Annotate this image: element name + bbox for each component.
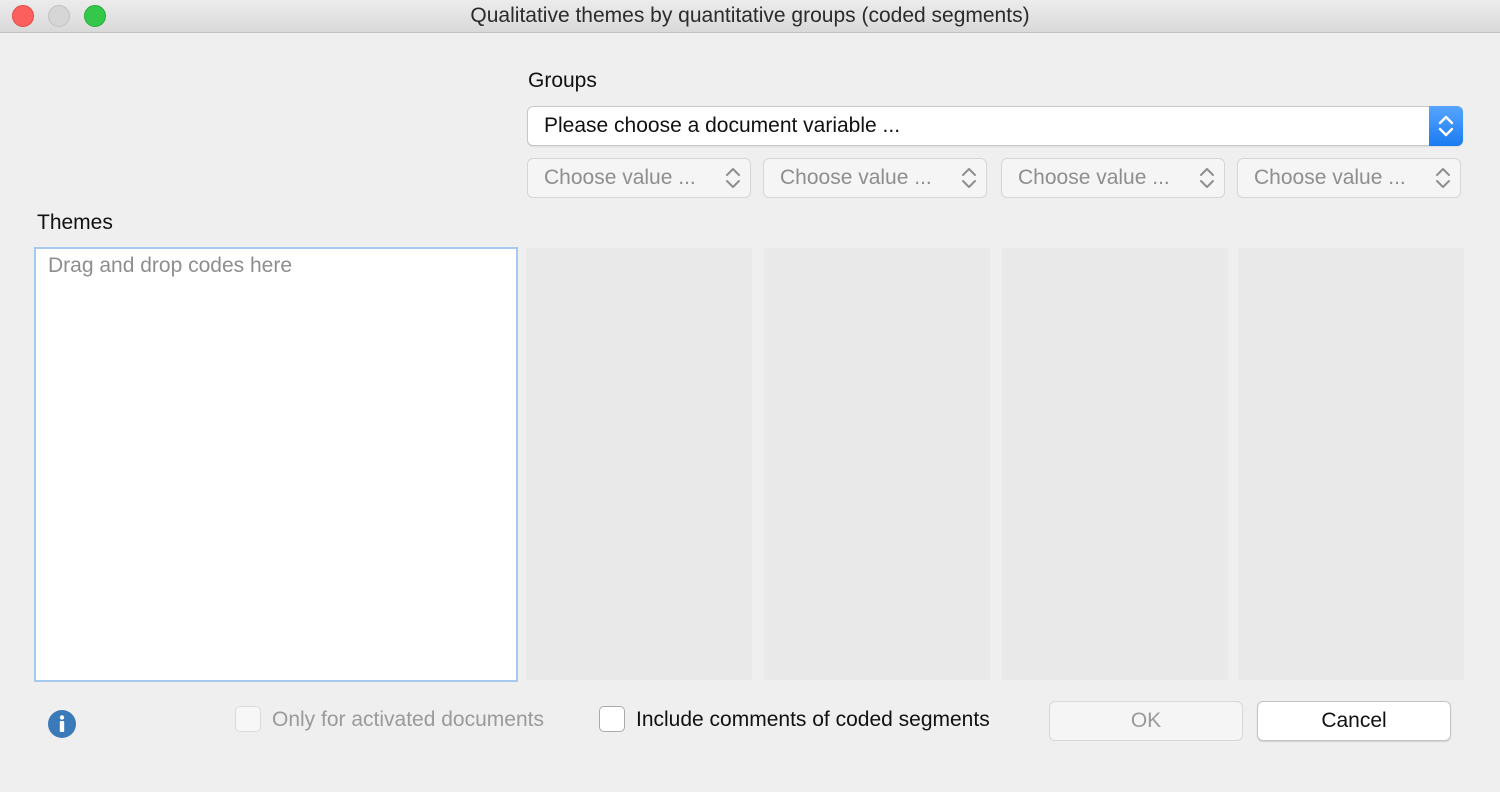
include-comments-checkbox[interactable] (599, 706, 625, 732)
themes-drop-zone[interactable]: Drag and drop codes here (34, 247, 518, 682)
group-value-select-text: Choose value ... (1018, 166, 1170, 189)
themes-label: Themes (37, 211, 113, 234)
group-column-3 (1002, 248, 1228, 680)
chevron-up-down-icon (958, 163, 980, 193)
include-comments-label: Include comments of coded segments (636, 708, 990, 731)
only-activated-documents-label: Only for activated documents (272, 708, 544, 731)
group-column-2 (764, 248, 990, 680)
ok-button[interactable]: OK (1049, 701, 1243, 741)
themes-drop-placeholder: Drag and drop codes here (48, 254, 292, 277)
only-activated-documents-checkbox[interactable] (235, 706, 261, 732)
dialog-window: Qualitative themes by quantitative group… (0, 0, 1500, 792)
chevron-up-down-icon (722, 163, 744, 193)
cancel-button[interactable]: Cancel (1257, 701, 1451, 741)
window-title: Qualitative themes by quantitative group… (470, 4, 1030, 27)
chevron-up-down-icon (1196, 163, 1218, 193)
group-column-4 (1238, 248, 1464, 680)
document-variable-select[interactable]: Please choose a document variable ... (527, 106, 1463, 146)
info-icon[interactable] (47, 709, 77, 739)
chevron-up-down-icon (1429, 106, 1463, 146)
group-column-1 (526, 248, 752, 680)
group-value-select-text: Choose value ... (780, 166, 932, 189)
group-value-select-text: Choose value ... (1254, 166, 1406, 189)
group-value-select-3[interactable]: Choose value ... (1001, 158, 1225, 198)
chevron-up-down-icon (1432, 163, 1454, 193)
group-value-select-2[interactable]: Choose value ... (763, 158, 987, 198)
groups-label: Groups (528, 69, 597, 92)
group-value-select-1[interactable]: Choose value ... (527, 158, 751, 198)
group-value-select-4[interactable]: Choose value ... (1237, 158, 1461, 198)
group-value-select-text: Choose value ... (544, 166, 696, 189)
title-bar: Qualitative themes by quantitative group… (0, 0, 1500, 33)
document-variable-select-value: Please choose a document variable ... (544, 114, 901, 137)
